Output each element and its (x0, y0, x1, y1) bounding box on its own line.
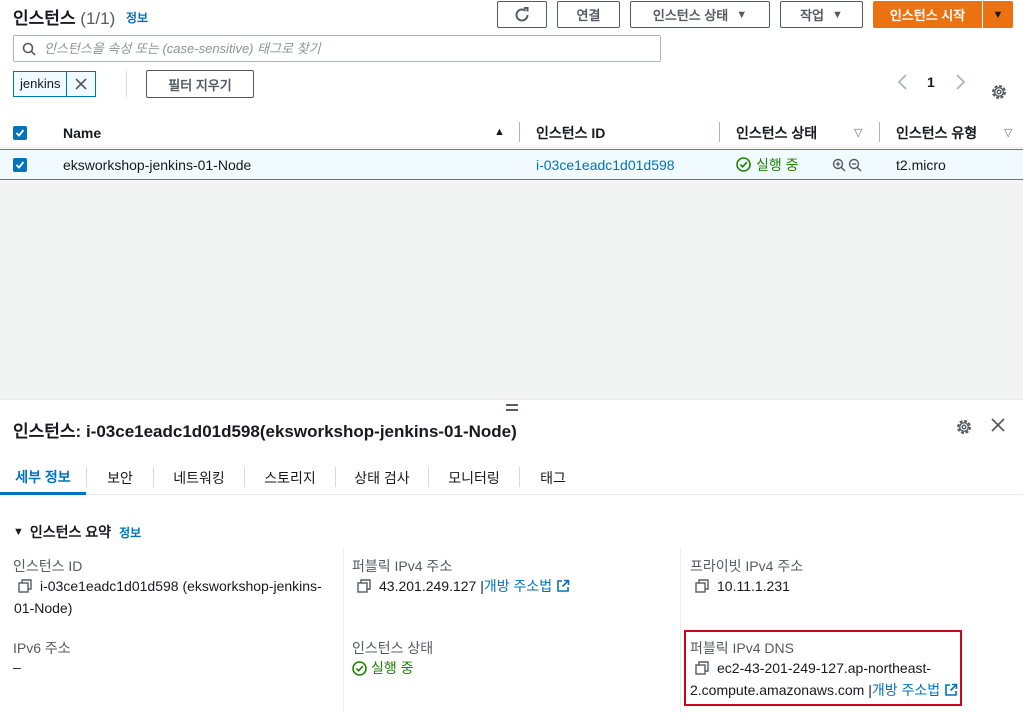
table-header: Name ▲ 인스턴스 ID 인스턴스 상태 ▽ 인스턴스 유형 ▽ (0, 117, 1023, 148)
instance-name: eksworkshop-jenkins-01-Node (63, 156, 252, 173)
refresh-button[interactable] (497, 1, 547, 28)
caret-down-icon: ▼ (992, 8, 1004, 21)
instance-state-value: 실행 중 (352, 657, 414, 679)
info-link[interactable]: 정보 (119, 524, 141, 541)
instance-state-text: 실행 중 (371, 660, 414, 676)
tab-details[interactable]: 세부 정보 (0, 461, 86, 495)
instance-state-text: 실행 중 (756, 156, 799, 173)
ipv6-label: IPv6 주소 (13, 640, 71, 656)
public-ip-label: 퍼블릭 IPv4 주소 (352, 558, 453, 574)
remove-filter-button[interactable] (67, 72, 95, 96)
section-title: 인스턴스 요약 (29, 524, 112, 540)
check-circle-icon (352, 660, 367, 676)
external-link-icon[interactable] (556, 579, 570, 593)
sort-down-icon[interactable]: ▽ (854, 126, 862, 139)
instance-id-label: 인스턴스 ID (13, 558, 83, 574)
details-tabs: 세부 정보 보안 네트워킹 스토리지 상태 검사 모니터링 태그 (0, 461, 1023, 495)
row-checkbox[interactable] (13, 150, 27, 179)
launch-instance-dropdown[interactable]: ▼ (983, 1, 1013, 28)
clear-filters-label: 필터 지우기 (168, 77, 232, 93)
instance-state-label: 인스턴스 상태 (352, 640, 434, 656)
tab-monitoring[interactable]: 모니터링 (429, 461, 519, 495)
close-icon (75, 78, 88, 90)
chevron-right-icon[interactable] (953, 73, 967, 91)
private-ip-text: 10.11.1.231 (717, 578, 790, 594)
refresh-icon (515, 6, 529, 21)
actions-label: 작업 (800, 8, 825, 23)
public-ip-value: 43.201.249.127 |개방 주소법 (357, 575, 570, 597)
launch-instance-label: 인스턴스 시작 (889, 8, 966, 23)
filter-token: jenkins (13, 71, 97, 97)
column-header-name[interactable]: Name (63, 117, 101, 148)
check-circle-icon (736, 157, 751, 172)
caret-down-icon: ▼ (736, 8, 748, 21)
resize-handle-icon[interactable] (506, 404, 518, 412)
search-icon (22, 42, 36, 56)
search-input[interactable] (44, 41, 644, 56)
launch-instance-button[interactable]: 인스턴스 시작 (873, 1, 982, 28)
divider (680, 548, 681, 713)
instance-id-value: i-03ce1eadc1d01d598 (eksworkshop-jenkins… (14, 575, 338, 619)
details-panel: 인스턴스: i-03ce1eadc1d01d598(eksworkshop-je… (0, 399, 1023, 713)
chevron-left-icon[interactable] (896, 73, 910, 91)
instance-count: (1/1) (80, 9, 116, 28)
instance-id-text: i-03ce1eadc1d01d598 (eksworkshop-jenkins… (40, 578, 322, 594)
instance-type: t2.micro (896, 156, 946, 173)
public-ip-text: 43.201.249.127 | (379, 578, 484, 594)
tab-storage[interactable]: 스토리지 (245, 461, 335, 495)
clear-filters-button[interactable]: 필터 지우기 (146, 70, 254, 98)
zoom-in-icon[interactable] (832, 158, 846, 172)
highlight-box (684, 630, 962, 706)
divider (126, 71, 127, 97)
page-number[interactable]: 1 (927, 74, 935, 90)
private-ip-label: 프라이빗 IPv4 주소 (690, 558, 804, 574)
column-header-instance-state[interactable]: 인스턴스 상태 (736, 117, 817, 148)
instance-state-label: 인스턴스 상태 (652, 8, 729, 23)
zoom-controls (832, 150, 862, 179)
column-header-instance-type[interactable]: 인스턴스 유형 (896, 117, 977, 148)
divider (343, 548, 344, 713)
private-ip-value: 10.11.1.231 (695, 575, 790, 597)
sort-ascending-icon[interactable]: ▲ (494, 126, 505, 138)
tab-security[interactable]: 보안 (87, 461, 153, 495)
caret-down-icon: ▼ (832, 8, 843, 21)
check-icon (15, 160, 25, 169)
actions-dropdown[interactable]: 작업 ▼ (780, 1, 863, 28)
settings-gear-icon[interactable] (955, 418, 973, 436)
zoom-out-icon[interactable] (848, 158, 862, 172)
tab-status-checks[interactable]: 상태 검사 (336, 461, 428, 495)
filter-token-label: jenkins (14, 72, 68, 96)
close-icon[interactable] (990, 417, 1006, 433)
connect-button[interactable]: 연결 (557, 1, 620, 28)
table-empty-area (0, 180, 1023, 399)
open-address-link[interactable]: 개방 주소법 (484, 578, 552, 594)
column-divider[interactable] (719, 122, 720, 142)
instance-id-text-2: 01-Node) (14, 600, 73, 616)
page-title-text: 인스턴스 (13, 9, 76, 28)
column-divider[interactable] (519, 122, 520, 142)
details-title: 인스턴스: i-03ce1eadc1d01d598(eksworkshop-je… (13, 422, 517, 441)
table-row[interactable]: eksworkshop-jenkins-01-Node i-03ce1eadc1… (0, 149, 1023, 180)
copy-icon[interactable] (357, 579, 371, 593)
instance-id-link[interactable]: i-03ce1eadc1d01d598 (536, 150, 675, 179)
column-divider[interactable] (879, 122, 880, 142)
search-box[interactable] (13, 35, 661, 62)
caret-down-icon: ▼ (13, 526, 24, 538)
check-icon (15, 128, 25, 137)
instance-state: 실행 중 (736, 150, 799, 179)
tab-networking[interactable]: 네트워킹 (154, 461, 244, 495)
settings-gear-icon[interactable] (990, 83, 1008, 101)
page-title: 인스턴스 (1/1) 정보 (13, 4, 148, 29)
sort-down-icon[interactable]: ▽ (1004, 126, 1012, 139)
copy-icon[interactable] (18, 579, 32, 593)
info-link[interactable]: 정보 (126, 11, 148, 25)
select-all-checkbox[interactable] (13, 117, 27, 148)
connect-label: 연결 (576, 8, 601, 23)
instance-state-dropdown[interactable]: 인스턴스 상태 ▼ (630, 1, 770, 28)
column-header-instance-id[interactable]: 인스턴스 ID (536, 117, 605, 148)
ipv6-value: – (13, 659, 21, 675)
copy-icon[interactable] (695, 579, 709, 593)
section-header[interactable]: ▼ 인스턴스 요약 정보 (13, 522, 141, 542)
tab-tags[interactable]: 태그 (520, 461, 586, 495)
